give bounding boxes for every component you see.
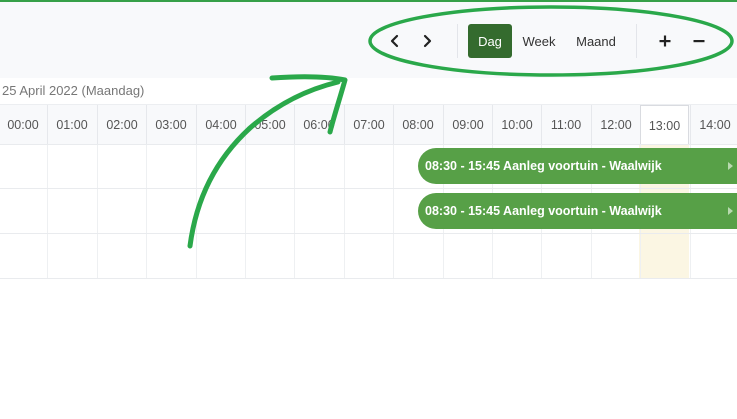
hour-header: 09:00 [443,105,492,145]
grid-row-line [0,188,737,189]
view-month-button[interactable]: Maand [568,24,624,58]
grid-column-line [245,144,246,279]
hour-header: 14:00 [690,105,737,145]
hour-header: 04:00 [196,105,245,145]
grid-column-line [294,144,295,279]
hour-header: 02:00 [97,105,146,145]
calendar-toolbar: Dag Week Maand [0,2,737,78]
grid-column-line [393,144,394,279]
expand-arrow-icon [728,162,733,170]
hour-header: 03:00 [146,105,195,145]
previous-button[interactable] [382,28,408,54]
expand-arrow-icon [728,207,733,215]
zoom-in-button[interactable] [653,28,677,54]
grid-row-line [0,233,737,234]
event-bar[interactable]: 08:30 - 15:45 Aanleg voortuin - Waalwijk [418,148,737,184]
event-label: 08:30 - 15:45 Aanleg voortuin - Waalwijk [425,204,662,218]
view-week-button[interactable]: Week [516,24,562,58]
zoom-out-button[interactable] [687,28,711,54]
hour-header: 13:00 [640,105,689,145]
hour-header: 07:00 [344,105,393,145]
toolbar-separator [457,24,458,58]
chevron-right-icon [423,34,432,48]
event-bar[interactable]: 08:30 - 15:45 Aanleg voortuin - Waalwijk [418,193,737,229]
timeline-header: 00:00 01:00 02:00 03:00 04:00 05:00 06:00 07:00… [0,104,737,145]
view-day-button[interactable]: Dag [468,24,512,58]
next-button[interactable] [414,28,440,54]
plus-icon [659,35,671,47]
grid-column-line [97,144,98,279]
hour-header: 05:00 [245,105,294,145]
toolbar-separator [636,24,637,58]
current-date-label: 25 April 2022 (Maandag) [2,83,145,98]
event-label: 08:30 - 15:45 Aanleg voortuin - Waalwijk [425,159,662,173]
hour-header: 11:00 [541,105,590,145]
grid-column-line [196,144,197,279]
hour-header: 12:00 [591,105,640,145]
grid-column-line [344,144,345,279]
hour-header: 08:00 [393,105,442,145]
grid-row-line [0,278,737,279]
chevron-left-icon [390,34,399,48]
grid-column-line [47,144,48,279]
hour-header: 00:00 [0,105,47,145]
minus-icon [693,40,705,43]
hour-header: 10:00 [492,105,541,145]
grid-row-line [0,144,737,145]
hour-header: 06:00 [294,105,343,145]
hour-header: 01:00 [47,105,96,145]
grid-column-line [146,144,147,279]
